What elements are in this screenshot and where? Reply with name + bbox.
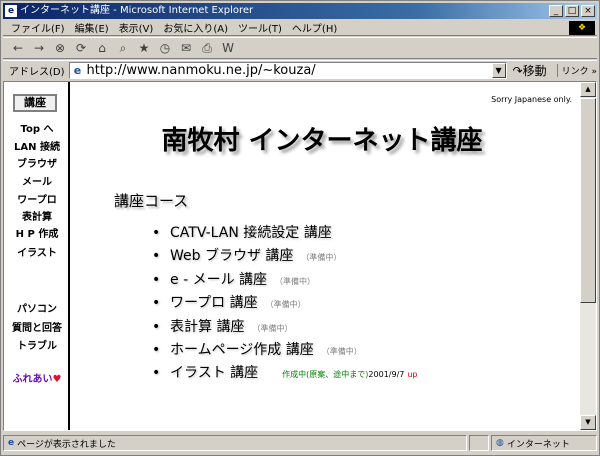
menu-tools[interactable]: ツール(T) [238,20,282,35]
sidebar-item-wordpro[interactable]: ワープロ [4,191,70,206]
sidebar-item-current: 講座 [13,94,57,112]
list-item: • CATV-LAN 接続設定 講座 [152,224,418,247]
list-item: • ホームページ作成 講座 （準備中） [152,341,418,364]
scroll-thumb[interactable] [580,98,596,303]
address-input[interactable]: e http://www.nanmoku.ne.jp/~kouza/ ▼ [68,62,507,79]
list-item: • イラスト 講座 作成中(原案、途中まで)2001/9/7 up [152,364,418,387]
illust-status: 作成中(原案、途中まで) [282,370,369,380]
menu-file[interactable]: ファイル(F) [11,20,65,35]
course-link-wordpro[interactable]: ワープロ 講座 [170,295,258,311]
sidebar-item-qa[interactable]: 質問と回答 [4,319,70,334]
sidebar-item-mail[interactable]: メール [4,173,70,188]
toolbar: ← → ⊗ ⟳ ⌂ ⌕ ★ ◷ ✉ ⎙ W [3,37,597,59]
status-bar: e ページが表示されました ◍ インターネット [3,433,597,453]
status-badge: （準備中） [275,276,316,286]
menu-bar: ファイル(F) 編集(E) 表示(V) お気に入り(A) ツール(T) ヘルプ(… [3,20,597,36]
scroll-up-icon[interactable]: ▲ [580,82,596,97]
address-bar: アドレス(D) e http://www.nanmoku.ne.jp/~kouz… [3,60,597,80]
status-badge: （準備中） [252,323,293,333]
print-icon[interactable]: ⎙ [200,40,214,56]
status-text-panel: e ページが表示されました [3,435,467,451]
sidebar-item-pc[interactable]: パソコン [4,300,70,315]
fureai-label: ふれあい [12,374,53,385]
status-text: ページが表示されました [17,439,116,450]
section-heading: 講座コース [114,192,189,210]
history-icon[interactable]: ◷ [158,40,172,56]
search-icon[interactable]: ⌕ [116,40,130,56]
window-title: インターネット講座 - Microsoft Internet Explorer [20,5,254,16]
course-link-homepage[interactable]: ホームページ作成 講座 [170,342,314,358]
list-item: • Web ブラウザ 講座 （準備中） [152,247,418,270]
address-label: アドレス(D) [9,67,65,78]
sidebar-item-trouble[interactable]: トラブル [4,337,70,352]
mail-icon[interactable]: ✉ [179,40,193,56]
heart-icon: ♥ [52,374,62,385]
sidebar-item-lan[interactable]: LAN 接続 [4,138,70,153]
page-title: 南牧村 インターネット講座 [161,126,483,156]
sidebar-item-browser[interactable]: ブラウザ [4,155,70,170]
scroll-down-icon[interactable]: ▼ [580,415,596,430]
bullet-icon: • [152,271,161,288]
page-icon: e [73,63,82,77]
menu-favorites[interactable]: お気に入り(A) [163,20,228,35]
course-link-illust[interactable]: イラスト 講座 [170,365,258,381]
course-list: • CATV-LAN 接続設定 講座 • Web ブラウザ 講座 （準備中） • e -… [152,224,418,388]
title-bar[interactable]: e インターネット講座 - Microsoft Internet Explore… [3,3,597,19]
minimize-button[interactable]: _ [549,5,563,17]
ie-icon: e [5,5,17,17]
page-status-icon: e [8,438,15,448]
favorites-icon[interactable]: ★ [137,40,151,56]
menu-edit[interactable]: 編集(E) [75,20,109,35]
status-zone-panel: ◍ インターネット [491,435,597,451]
refresh-icon[interactable]: ⟳ [74,40,88,56]
bullet-icon: • [152,365,161,382]
status-badge: （準備中） [265,300,306,310]
course-link-email[interactable]: e - メール 講座 [170,272,267,288]
course-link-web[interactable]: Web ブラウザ 講座 [170,248,293,264]
menu-help[interactable]: ヘルプ(H) [292,20,337,35]
sidebar-item-top[interactable]: Top へ [4,120,70,135]
bullet-icon: • [152,341,161,358]
sidebar-item-fureai[interactable]: ふれあい♥ [4,370,70,385]
close-button[interactable]: × [581,5,595,17]
zone-text: インターネット [506,439,570,450]
sidebar-item-spreadsheet[interactable]: 表計算 [4,208,70,223]
status-badge: （準備中） [301,253,342,263]
links-button[interactable]: リンク » [556,64,597,77]
address-dropdown-icon[interactable]: ▼ [491,63,506,78]
bullet-icon: • [152,295,161,312]
list-item: • ワープロ 講座 （準備中） [152,294,418,317]
sidebar-item-hp[interactable]: H P 作成 [4,225,70,240]
illust-date: 2001/9/7 [368,370,405,380]
bullet-icon: • [152,248,161,265]
status-progress-panel [469,435,489,451]
menu-view[interactable]: 表示(V) [119,20,154,35]
list-item: • 表計算 講座 （準備中） [152,318,418,341]
globe-icon: ◍ [496,438,504,448]
edit-icon[interactable]: W [221,40,235,56]
vertical-scrollbar[interactable]: ▲ ▼ [580,82,596,430]
back-icon[interactable]: ← [11,40,25,56]
home-icon[interactable]: ⌂ [95,40,109,56]
course-link-spreadsheet[interactable]: 表計算 講座 [170,319,244,335]
sidebar-item-illust[interactable]: イラスト [4,244,70,259]
course-link-catv[interactable]: CATV-LAN 接続設定 講座 [170,225,332,241]
go-button[interactable]: ↷移動 [513,62,547,79]
language-note: Sorry Japanese only. [491,95,572,104]
forward-icon[interactable]: → [32,40,46,56]
bullet-icon: • [152,225,161,241]
maximize-button[interactable]: □ [565,5,579,17]
sidebar-nav: 講座 Top へ LAN 接続 ブラウザ メール ワープロ 表計算 H P 作成… [4,82,70,430]
windows-logo-icon: ❖ [569,21,595,35]
illust-up: up [407,370,418,380]
main-area: Sorry Japanese only. 南牧村 インターネット講座 講座コース… [72,82,578,430]
address-url: http://www.nanmoku.ne.jp/~kouza/ [86,63,316,78]
status-badge: （準備中） [321,346,362,356]
page-content: 講座 Top へ LAN 接続 ブラウザ メール ワープロ 表計算 H P 作成… [3,81,597,431]
list-item: • e - メール 講座 （準備中） [152,271,418,294]
bullet-icon: • [152,318,161,335]
stop-icon[interactable]: ⊗ [53,40,67,56]
browser-window: e インターネット講座 - Microsoft Internet Explore… [0,0,600,456]
